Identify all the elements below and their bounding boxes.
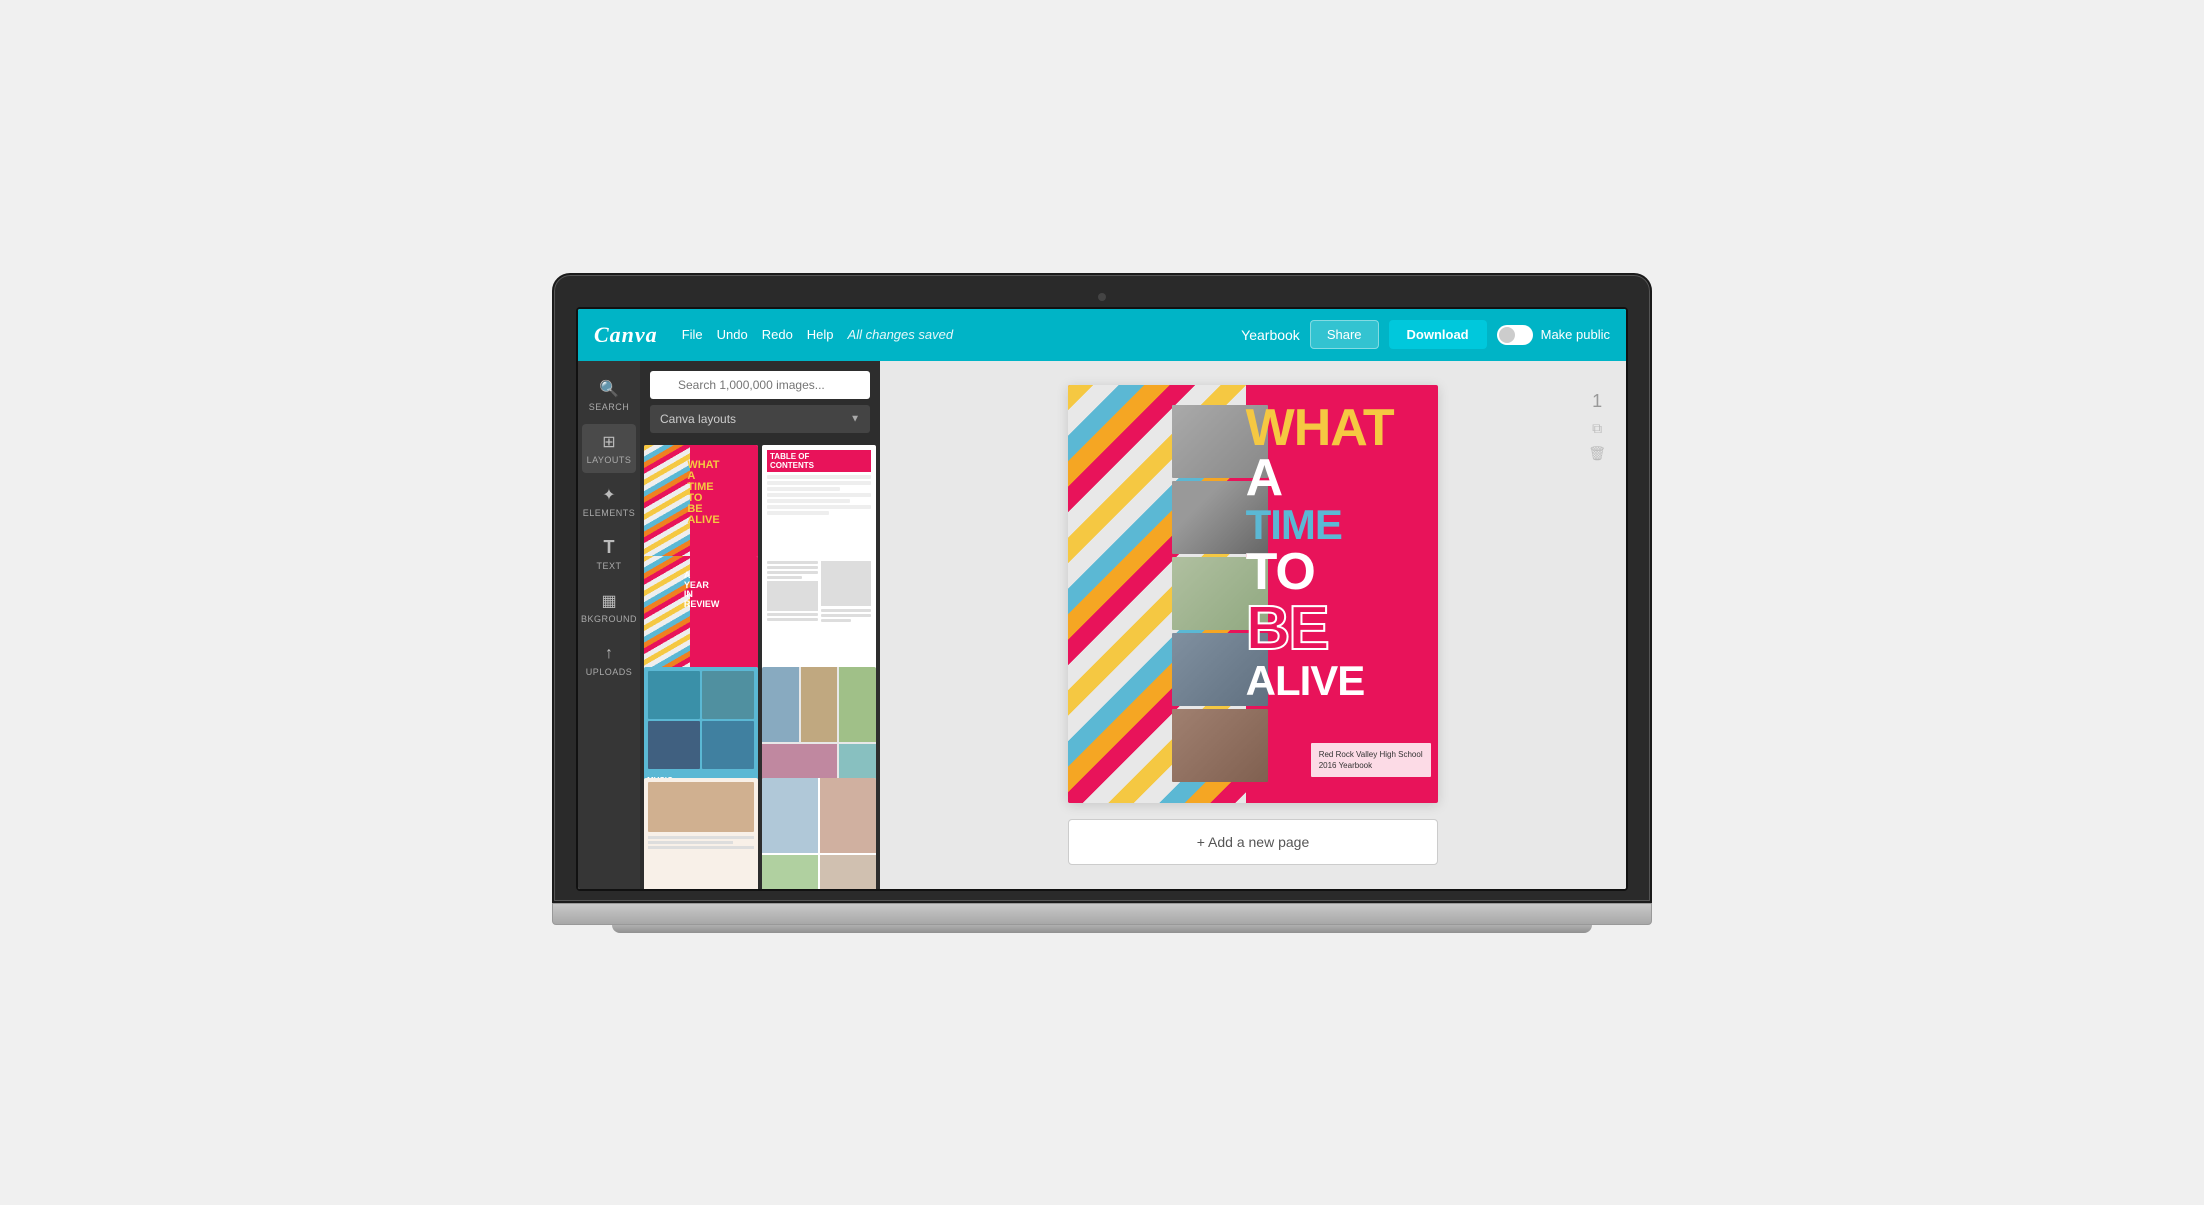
title-text-overlay: WHAT A TIME TO BE ALIVE [1246, 405, 1431, 702]
title-a: A [1246, 452, 1431, 504]
sidebar-item-background[interactable]: ▦ BKGROUND [582, 583, 636, 632]
copy-page-icon[interactable]: ⧉ [1592, 420, 1602, 437]
search-bar-area: 🔍 [640, 361, 880, 405]
title-time: TIME [1246, 504, 1431, 546]
header-nav: File Undo Redo Help All changes saved [682, 327, 953, 342]
uploads-icon: ↑ [599, 644, 619, 664]
help-menu[interactable]: Help [807, 327, 834, 342]
file-menu[interactable]: File [682, 327, 703, 342]
background-icon: ▦ [599, 591, 619, 611]
document-title: Yearbook [1241, 327, 1300, 343]
toc-header: TABLE OFCONTENTS [767, 450, 871, 472]
delete-page-icon[interactable]: 🗑 [1588, 445, 1606, 462]
title-what: WHAT [1246, 405, 1431, 452]
header-right: Yearbook Share Download Make public [1241, 320, 1610, 349]
dropdown-bar: Canva layouts ▼ [640, 405, 880, 441]
share-button[interactable]: Share [1310, 320, 1379, 349]
sidebar-background-label: BKGROUND [581, 614, 637, 624]
layouts-dropdown[interactable]: Canva layouts [650, 405, 870, 433]
laptop-foot [612, 925, 1592, 933]
save-status: All changes saved [848, 327, 954, 342]
sidebar-uploads-label: UPLOADS [586, 667, 633, 677]
layouts-panel: 🔍 Canva layouts ▼ [640, 361, 880, 889]
sidebar-item-uploads[interactable]: ↑ UPLOADS [582, 636, 636, 685]
make-public-label: Make public [1541, 327, 1610, 342]
laptop-frame: Canva File Undo Redo Help All changes sa… [552, 273, 1652, 933]
header: Canva File Undo Redo Help All changes sa… [578, 309, 1626, 361]
title-be: BE [1246, 598, 1431, 660]
sidebar-text-label: TEXT [596, 561, 621, 571]
photo-cell-5 [1172, 709, 1268, 782]
sidebar-item-elements[interactable]: ✦ ELEMENTS [582, 477, 636, 526]
page-number: 1 [1592, 391, 1602, 412]
design-canvas[interactable]: WHAT A TIME TO BE ALIVE Red Rock Valley [1068, 385, 1438, 803]
canvas-area: 1 ⧉ 🗑 [880, 361, 1626, 889]
title-to: TO [1246, 546, 1431, 598]
layouts-icon: ⊞ [599, 432, 619, 452]
webcam [1098, 293, 1106, 301]
search-input[interactable] [650, 371, 870, 399]
yearbook-cover-design: WHAT A TIME TO BE ALIVE Red Rock Valley [1068, 385, 1438, 803]
laptop-base [552, 903, 1652, 925]
elements-icon: ✦ [599, 485, 619, 505]
subtitle-box: Red Rock Valley High School 2016 Yearboo… [1311, 743, 1431, 777]
redo-button[interactable]: Redo [762, 327, 793, 342]
sidebar-elements-label: ELEMENTS [583, 508, 636, 518]
toggle-switch[interactable] [1497, 325, 1533, 345]
subtitle-line1: Red Rock Valley High School [1319, 749, 1423, 760]
add-page-button[interactable]: + Add a new page [1068, 819, 1438, 865]
chevron-down-icon: ▼ [850, 413, 860, 424]
layout-thumb-7[interactable] [644, 778, 758, 889]
layouts-grid: WHATATIMETOBEALIVE FREE TABLE OFCONTENTS [640, 441, 880, 889]
sidebar-search-label: SEARCH [589, 402, 630, 412]
sidebar-item-search[interactable]: 🔍 SEARCH [582, 371, 636, 420]
laptop-screen: Canva File Undo Redo Help All changes sa… [576, 307, 1628, 891]
subtitle-line2: 2016 Yearbook [1319, 760, 1423, 771]
page-number-sidebar: 1 ⧉ 🗑 [1588, 391, 1606, 462]
search-icon: 🔍 [599, 379, 619, 399]
sidebar-item-layouts[interactable]: ⊞ LAYOUTS [582, 424, 636, 473]
sidebar-item-text[interactable]: T TEXT [582, 530, 636, 579]
title-alive: ALIVE [1246, 660, 1431, 702]
text-icon: T [599, 538, 619, 558]
sidebar-icons: 🔍 SEARCH ⊞ LAYOUTS ✦ ELEMENTS T [578, 361, 640, 889]
review-text: AYEARINREVIEW [684, 571, 720, 611]
undo-button[interactable]: Undo [717, 327, 748, 342]
download-button[interactable]: Download [1389, 320, 1487, 349]
layout-thumb-8[interactable]: FREE [762, 778, 876, 889]
logo: Canva [594, 322, 658, 348]
thumb1-text: WHATATIMETOBEALIVE [687, 460, 719, 526]
make-public-toggle[interactable]: Make public [1497, 325, 1610, 345]
app: Canva File Undo Redo Help All changes sa… [578, 309, 1626, 889]
app-body: 🔍 SEARCH ⊞ LAYOUTS ✦ ELEMENTS T [578, 361, 1626, 889]
toggle-knob [1499, 327, 1515, 343]
sidebar-layouts-label: LAYOUTS [587, 455, 632, 465]
